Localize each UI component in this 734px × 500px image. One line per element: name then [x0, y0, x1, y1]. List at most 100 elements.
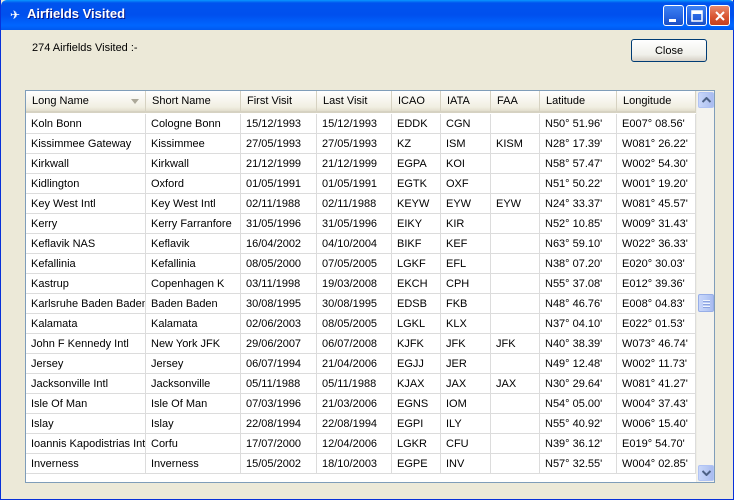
scroll-up-button[interactable] [698, 92, 714, 108]
cell-long-name: Ioannis Kapodistrias Intl [26, 434, 146, 454]
cell-faa [491, 314, 540, 334]
title-bar[interactable]: ✈ Airfields Visited [1, 0, 734, 30]
app-icon[interactable]: ✈ [7, 8, 23, 22]
cell-short-name: Oxford [146, 174, 241, 194]
table-row[interactable]: Kastrup Copenhagen K 03/11/1998 19/03/2008 E… [26, 274, 696, 294]
cell-long-name: Jacksonville Intl [26, 374, 146, 394]
table-row[interactable]: Keflavik NAS Keflavik 16/04/2002 04/10/2004… [26, 234, 696, 254]
airfields-list[interactable]: Long Name Short Name First Visit Last Visit… [25, 90, 715, 483]
table-row[interactable]: Islay Islay 22/08/1994 22/08/1994 EGPI ILY N55… [26, 414, 696, 434]
cell-last-visit: 21/03/2006 [317, 394, 392, 414]
table-row[interactable]: Koln Bonn Cologne Bonn 15/12/1993 15/12/199… [26, 114, 696, 134]
cell-faa [491, 234, 540, 254]
scroll-down-button[interactable] [698, 465, 714, 481]
cell-long-name: Kefallinia [26, 254, 146, 274]
column-header-faa[interactable]: FAA [491, 91, 540, 112]
cell-latitude: N37° 04.10' [540, 314, 617, 334]
cell-long-name: Key West Intl [26, 194, 146, 214]
cell-iata: INV [441, 454, 491, 474]
table-row[interactable]: Kissimmee Gateway Kissimmee 27/05/1993 27/0… [26, 134, 696, 154]
column-header-icao[interactable]: ICAO [392, 91, 441, 112]
cell-icao: EGPE [392, 454, 441, 474]
column-header-iata[interactable]: IATA [441, 91, 491, 112]
cell-iata: ISM [441, 134, 491, 154]
table-row[interactable]: Kidlington Oxford 01/05/1991 01/05/1991 EGTK… [26, 174, 696, 194]
column-header-latitude[interactable]: Latitude [540, 91, 617, 112]
table-row[interactable]: Jacksonville Intl Jacksonville 05/11/1988 0… [26, 374, 696, 394]
table-row[interactable]: Ioannis Kapodistrias Intl Corfu 17/07/2000… [26, 434, 696, 454]
maximize-button[interactable] [686, 5, 707, 26]
thumb-grip [703, 300, 710, 301]
cell-long-name: Karlsruhe Baden Baden [26, 294, 146, 314]
cell-longitude: W006° 15.40' [617, 414, 696, 434]
table-row[interactable]: Key West Intl Key West Intl 02/11/1988 02/1… [26, 194, 696, 214]
cell-last-visit: 27/05/1993 [317, 134, 392, 154]
cell-iata: OXF [441, 174, 491, 194]
cell-iata: JFK [441, 334, 491, 354]
scroll-thumb[interactable] [698, 294, 714, 312]
cell-longitude: E020° 30.03' [617, 254, 696, 274]
cell-iata: FKB [441, 294, 491, 314]
vertical-scrollbar[interactable] [696, 91, 714, 482]
window-close-button[interactable] [709, 5, 730, 26]
cell-icao: LGKL [392, 314, 441, 334]
cell-long-name: Kastrup [26, 274, 146, 294]
cell-latitude: N40° 38.39' [540, 334, 617, 354]
cell-long-name: Kerry [26, 214, 146, 234]
close-button[interactable]: Close [631, 39, 707, 62]
cell-longitude: E008° 04.83' [617, 294, 696, 314]
cell-longitude: W081° 41.27' [617, 374, 696, 394]
cell-longitude: W004° 37.43' [617, 394, 696, 414]
cell-short-name: Kefallinia [146, 254, 241, 274]
cell-first-visit: 15/12/1993 [241, 114, 317, 134]
cell-latitude: N52° 10.85' [540, 214, 617, 234]
table-row[interactable]: Kefallinia Kefallinia 08/05/2000 07/05/2005… [26, 254, 696, 274]
cell-first-visit: 17/07/2000 [241, 434, 317, 454]
cell-icao: EGNS [392, 394, 441, 414]
table-row[interactable]: John F Kennedy Intl New York JFK 29/06/200… [26, 334, 696, 354]
cell-icao: EDSB [392, 294, 441, 314]
cell-latitude: N55° 40.92' [540, 414, 617, 434]
cell-short-name: Inverness [146, 454, 241, 474]
cell-last-visit: 19/03/2008 [317, 274, 392, 294]
cell-first-visit: 08/05/2000 [241, 254, 317, 274]
column-header-longitude[interactable]: Longitude [617, 91, 696, 112]
cell-latitude: N63° 59.10' [540, 234, 617, 254]
cell-faa [491, 274, 540, 294]
cell-iata: JAX [441, 374, 491, 394]
cell-short-name: Kirkwall [146, 154, 241, 174]
cell-long-name: Kissimmee Gateway [26, 134, 146, 154]
column-header-first-visit[interactable]: First Visit [241, 91, 317, 112]
column-header-short-name[interactable]: Short Name [146, 91, 241, 112]
table-row[interactable]: Karlsruhe Baden Baden Baden Baden 30/08/19… [26, 294, 696, 314]
table-row[interactable]: Inverness Inverness 15/05/2002 18/10/2003 EG… [26, 454, 696, 474]
cell-icao: KZ [392, 134, 441, 154]
cell-last-visit: 15/12/1993 [317, 114, 392, 134]
cell-short-name: Key West Intl [146, 194, 241, 214]
table-row[interactable]: Kalamata Kalamata 02/06/2003 08/05/2005 LGKL… [26, 314, 696, 334]
column-header-long-name[interactable]: Long Name [26, 91, 146, 112]
table-row[interactable]: Jersey Jersey 06/07/1994 21/04/2006 EGJJ JER N… [26, 354, 696, 374]
cell-long-name: Kirkwall [26, 154, 146, 174]
minimize-icon [669, 19, 676, 22]
cell-icao: LGKF [392, 254, 441, 274]
cell-faa [491, 354, 540, 374]
table-row[interactable]: Kirkwall Kirkwall 21/12/1999 21/12/1999 EGPA… [26, 154, 696, 174]
minimize-button[interactable] [663, 5, 684, 26]
cell-icao: KJFK [392, 334, 441, 354]
cell-first-visit: 27/05/1993 [241, 134, 317, 154]
cell-longitude: W009° 31.43' [617, 214, 696, 234]
cell-icao: KEYW [392, 194, 441, 214]
cell-iata: KIR [441, 214, 491, 234]
cell-longitude: W081° 45.57' [617, 194, 696, 214]
cell-short-name: Kissimmee [146, 134, 241, 154]
cell-faa: JAX [491, 374, 540, 394]
cell-last-visit: 08/05/2005 [317, 314, 392, 334]
table-row[interactable]: Isle Of Man Isle Of Man 07/03/1996 21/03/20… [26, 394, 696, 414]
table-row[interactable]: Kerry Kerry Farranfore 31/05/1996 31/05/199… [26, 214, 696, 234]
cell-faa: EYW [491, 194, 540, 214]
column-header-last-visit[interactable]: Last Visit [317, 91, 392, 112]
cell-short-name: New York JFK [146, 334, 241, 354]
cell-short-name: Corfu [146, 434, 241, 454]
cell-faa: JFK [491, 334, 540, 354]
